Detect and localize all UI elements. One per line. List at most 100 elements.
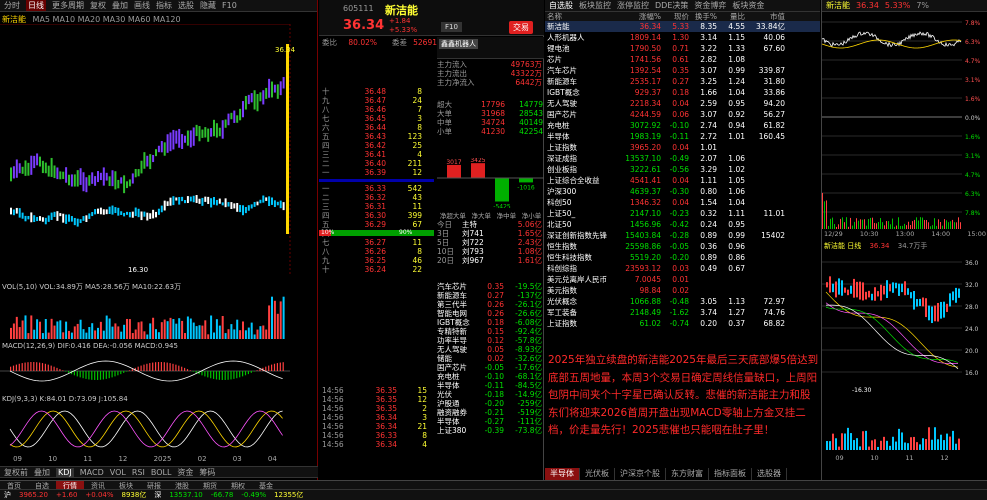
- concept-row[interactable]: 充电桩 -0.10 -68.1亿: [437, 372, 544, 381]
- ask-row[interactable]: 十 36.48 8: [319, 87, 434, 96]
- watchlist-tab[interactable]: 板块资金: [732, 0, 764, 11]
- concept-row[interactable]: 沪股通 -0.20 -259亿: [437, 399, 544, 408]
- kline-chart[interactable]: [0, 24, 318, 274]
- kline-toolbar-item[interactable]: 叠加: [112, 0, 128, 11]
- watchlist-row[interactable]: 沪深300 4639.37 -0.30 0.80 1.06: [545, 186, 820, 197]
- status-tab[interactable]: 首页: [0, 481, 28, 490]
- watchlist-row[interactable]: 美元兑离岸人民币 7.0045 0.01: [545, 274, 820, 285]
- daily-mini-chart[interactable]: 36.0 32.0 28.0 24.0 20.0 16.0 -16.30: [822, 252, 987, 452]
- kline-toolbar-item[interactable]: 指标: [156, 0, 172, 11]
- board-tab[interactable]: 半导体: [545, 468, 580, 480]
- watchlist-tab[interactable]: 自选股: [549, 0, 573, 11]
- watchlist-row[interactable]: 上证综合全收益 4541.41 0.04 1.11 1.05: [545, 175, 820, 186]
- indicator-tab[interactable]: KDJ: [56, 467, 74, 477]
- watchlist-row[interactable]: 恒生科技指数 5519.20 -0.20 0.89 0.86: [545, 252, 820, 263]
- ask-row[interactable]: 六 36.44 8: [319, 123, 434, 132]
- net-flow-tab[interactable]: 净小单: [522, 210, 542, 220]
- watchlist-row[interactable]: 恒生指数 25598.86 -0.05 0.36 0.96: [545, 241, 820, 252]
- watchlist-row[interactable]: 上证指数 61.02 -0.74 0.20 0.37 68.82: [545, 318, 820, 329]
- watchlist-tab[interactable]: 资金博弈: [694, 0, 726, 11]
- board-tab[interactable]: 指标面板: [709, 468, 752, 480]
- indicator-tab[interactable]: BOLL: [151, 468, 172, 477]
- trade-button[interactable]: 交易: [509, 21, 533, 34]
- watchlist-tab[interactable]: 涨停监控: [617, 0, 649, 11]
- watchlist-row[interactable]: 科创50 1346.32 0.04 1.54 1.04: [545, 197, 820, 208]
- kline-toolbar-item[interactable]: 更多周期: [52, 0, 84, 11]
- ask-row[interactable]: 四 36.42 25: [319, 141, 434, 150]
- ask-row[interactable]: 三 36.41 4: [319, 150, 434, 159]
- concept-row[interactable]: 专精特新 0.15 -92.4亿: [437, 327, 544, 336]
- kline-toolbar-item[interactable]: 日线: [26, 0, 46, 11]
- bid-row[interactable]: 八 36.26 8: [319, 247, 434, 256]
- watchlist-tab[interactable]: DDE决策: [655, 0, 688, 11]
- status-tab[interactable]: 研报: [140, 481, 168, 490]
- board-tab[interactable]: 沪深京个股: [615, 468, 666, 480]
- watchlist-row[interactable]: 深证成指 13537.10 -0.49 2.07 1.06: [545, 153, 820, 164]
- status-tab[interactable]: 自选: [28, 481, 56, 490]
- ask-row[interactable]: 九 36.47 24: [319, 96, 434, 105]
- watchlist-column-header[interactable]: 换手%: [689, 12, 717, 21]
- watchlist-row[interactable]: 汽车芯片 1392.54 0.35 3.07 0.99 339.87: [545, 65, 820, 76]
- kline-toolbar-item[interactable]: F10: [222, 1, 237, 10]
- kline-toolbar-item[interactable]: 复权: [90, 0, 106, 11]
- watchlist-column-header[interactable]: 量比: [717, 12, 745, 21]
- ask-row[interactable]: 七 36.45 3: [319, 114, 434, 123]
- watchlist-row[interactable]: 军工装备 2148.49 -1.62 3.74 1.27 74.76: [545, 307, 820, 318]
- watchlist-row[interactable]: 科创综指 23593.12 0.03 0.49 0.67: [545, 263, 820, 274]
- watchlist-row[interactable]: IGBT概念 929.37 0.18 1.66 1.04 33.86: [545, 87, 820, 98]
- concept-row[interactable]: 上证380 -0.39 -73.8亿: [437, 426, 544, 435]
- indicator-tab[interactable]: 筹码: [199, 467, 215, 477]
- concept-row[interactable]: 半导体 -0.11 -84.5亿: [437, 381, 544, 390]
- watchlist-row[interactable]: 国产芯片 4244.59 0.06 3.07 0.92 56.27: [545, 109, 820, 120]
- watchlist-column-header[interactable]: 涨幅%: [619, 12, 661, 21]
- status-tab[interactable]: 基金: [252, 481, 280, 490]
- net-flow-tab[interactable]: 净中单: [497, 210, 517, 220]
- bid-row[interactable]: 三 36.31 11: [319, 202, 434, 211]
- indicator-tab[interactable]: 复权前: [4, 467, 28, 477]
- concept-row[interactable]: 智能电网 0.26 -26.6亿: [437, 309, 544, 318]
- capital-tab-active[interactable]: 鑫鑫机器人: [439, 39, 478, 49]
- concept-row[interactable]: 功率半导 0.12 -57.8亿: [437, 336, 544, 345]
- bid-row[interactable]: 七 36.27 11: [319, 238, 434, 247]
- watchlist-row[interactable]: 上证50_ 2147.10 -0.23 0.32 1.11 11.01: [545, 208, 820, 219]
- status-tab[interactable]: 资讯: [84, 481, 112, 490]
- watchlist-row[interactable]: 新能源车 2535.17 0.27 3.25 1.24 31.80: [545, 76, 820, 87]
- watchlist-row[interactable]: 无人驾驶 2218.34 0.04 2.59 0.95 94.20: [545, 98, 820, 109]
- kline-toolbar-item[interactable]: 画线: [134, 0, 150, 11]
- watchlist-row[interactable]: 创业板指 3222.61 -0.56 3.29 1.02: [545, 164, 820, 175]
- concept-row[interactable]: 光伏 -0.18 -14.9亿: [437, 390, 544, 399]
- status-tab[interactable]: 行情: [56, 481, 84, 490]
- status-tab[interactable]: 板块: [112, 481, 140, 490]
- board-tab[interactable]: 东方财富: [666, 468, 709, 480]
- watchlist-column-header[interactable]: 市值: [745, 12, 785, 21]
- bid-row[interactable]: 九 36.25 46: [319, 256, 434, 265]
- kline-toolbar-item[interactable]: 隐藏: [200, 0, 216, 11]
- watchlist-tab[interactable]: 板块监控: [579, 0, 611, 11]
- board-tab[interactable]: 选股器: [752, 468, 787, 480]
- concept-row[interactable]: 汽车芯片 0.35 -19.5亿: [437, 282, 544, 291]
- volume-chart[interactable]: [0, 291, 318, 339]
- indicator-tab[interactable]: RSI: [132, 468, 145, 477]
- watchlist-row[interactable]: 充电桩 3072.92 -0.10 2.74 0.94 61.82: [545, 120, 820, 131]
- bid-row[interactable]: 五 36.29 67: [319, 220, 434, 229]
- watchlist-row[interactable]: 半导体 1983.19 -0.11 2.72 1.01 160.45: [545, 131, 820, 142]
- f10-button[interactable]: F10: [441, 22, 462, 32]
- watchlist-row[interactable]: 美元指数 98.84 0.02: [545, 285, 820, 296]
- ask-row[interactable]: 二 36.40 211: [319, 159, 434, 168]
- indicator-tab[interactable]: MACD: [80, 468, 104, 477]
- bid-row[interactable]: 一 36.33 542: [319, 184, 434, 193]
- concept-row[interactable]: 融资融券 -0.21 -519亿: [437, 408, 544, 417]
- net-flow-tab[interactable]: 净大单: [471, 210, 491, 220]
- watchlist-row[interactable]: 锂电池 1790.50 0.71 3.22 1.33 67.60: [545, 43, 820, 54]
- indicator-tab[interactable]: 资金: [177, 467, 193, 477]
- kline-toolbar-item[interactable]: 选股: [178, 0, 194, 11]
- status-tab[interactable]: 港股: [168, 481, 196, 490]
- kline-toolbar-item[interactable]: 分时: [4, 0, 20, 11]
- concept-row[interactable]: 国产芯片 -0.05 -17.6亿: [437, 363, 544, 372]
- status-tab[interactable]: 期权: [224, 481, 252, 490]
- watchlist-row[interactable]: 上证指数 3965.20 0.04 1.01: [545, 142, 820, 153]
- concept-row[interactable]: 第三代半 0.26 -26.1亿: [437, 300, 544, 309]
- watchlist-row[interactable]: 光伏概念 1066.88 -0.48 3.05 1.13 72.97: [545, 296, 820, 307]
- watchlist-row[interactable]: 芯片 1741.56 0.61 2.82 1.08: [545, 54, 820, 65]
- indicator-tab[interactable]: 叠加: [34, 467, 50, 477]
